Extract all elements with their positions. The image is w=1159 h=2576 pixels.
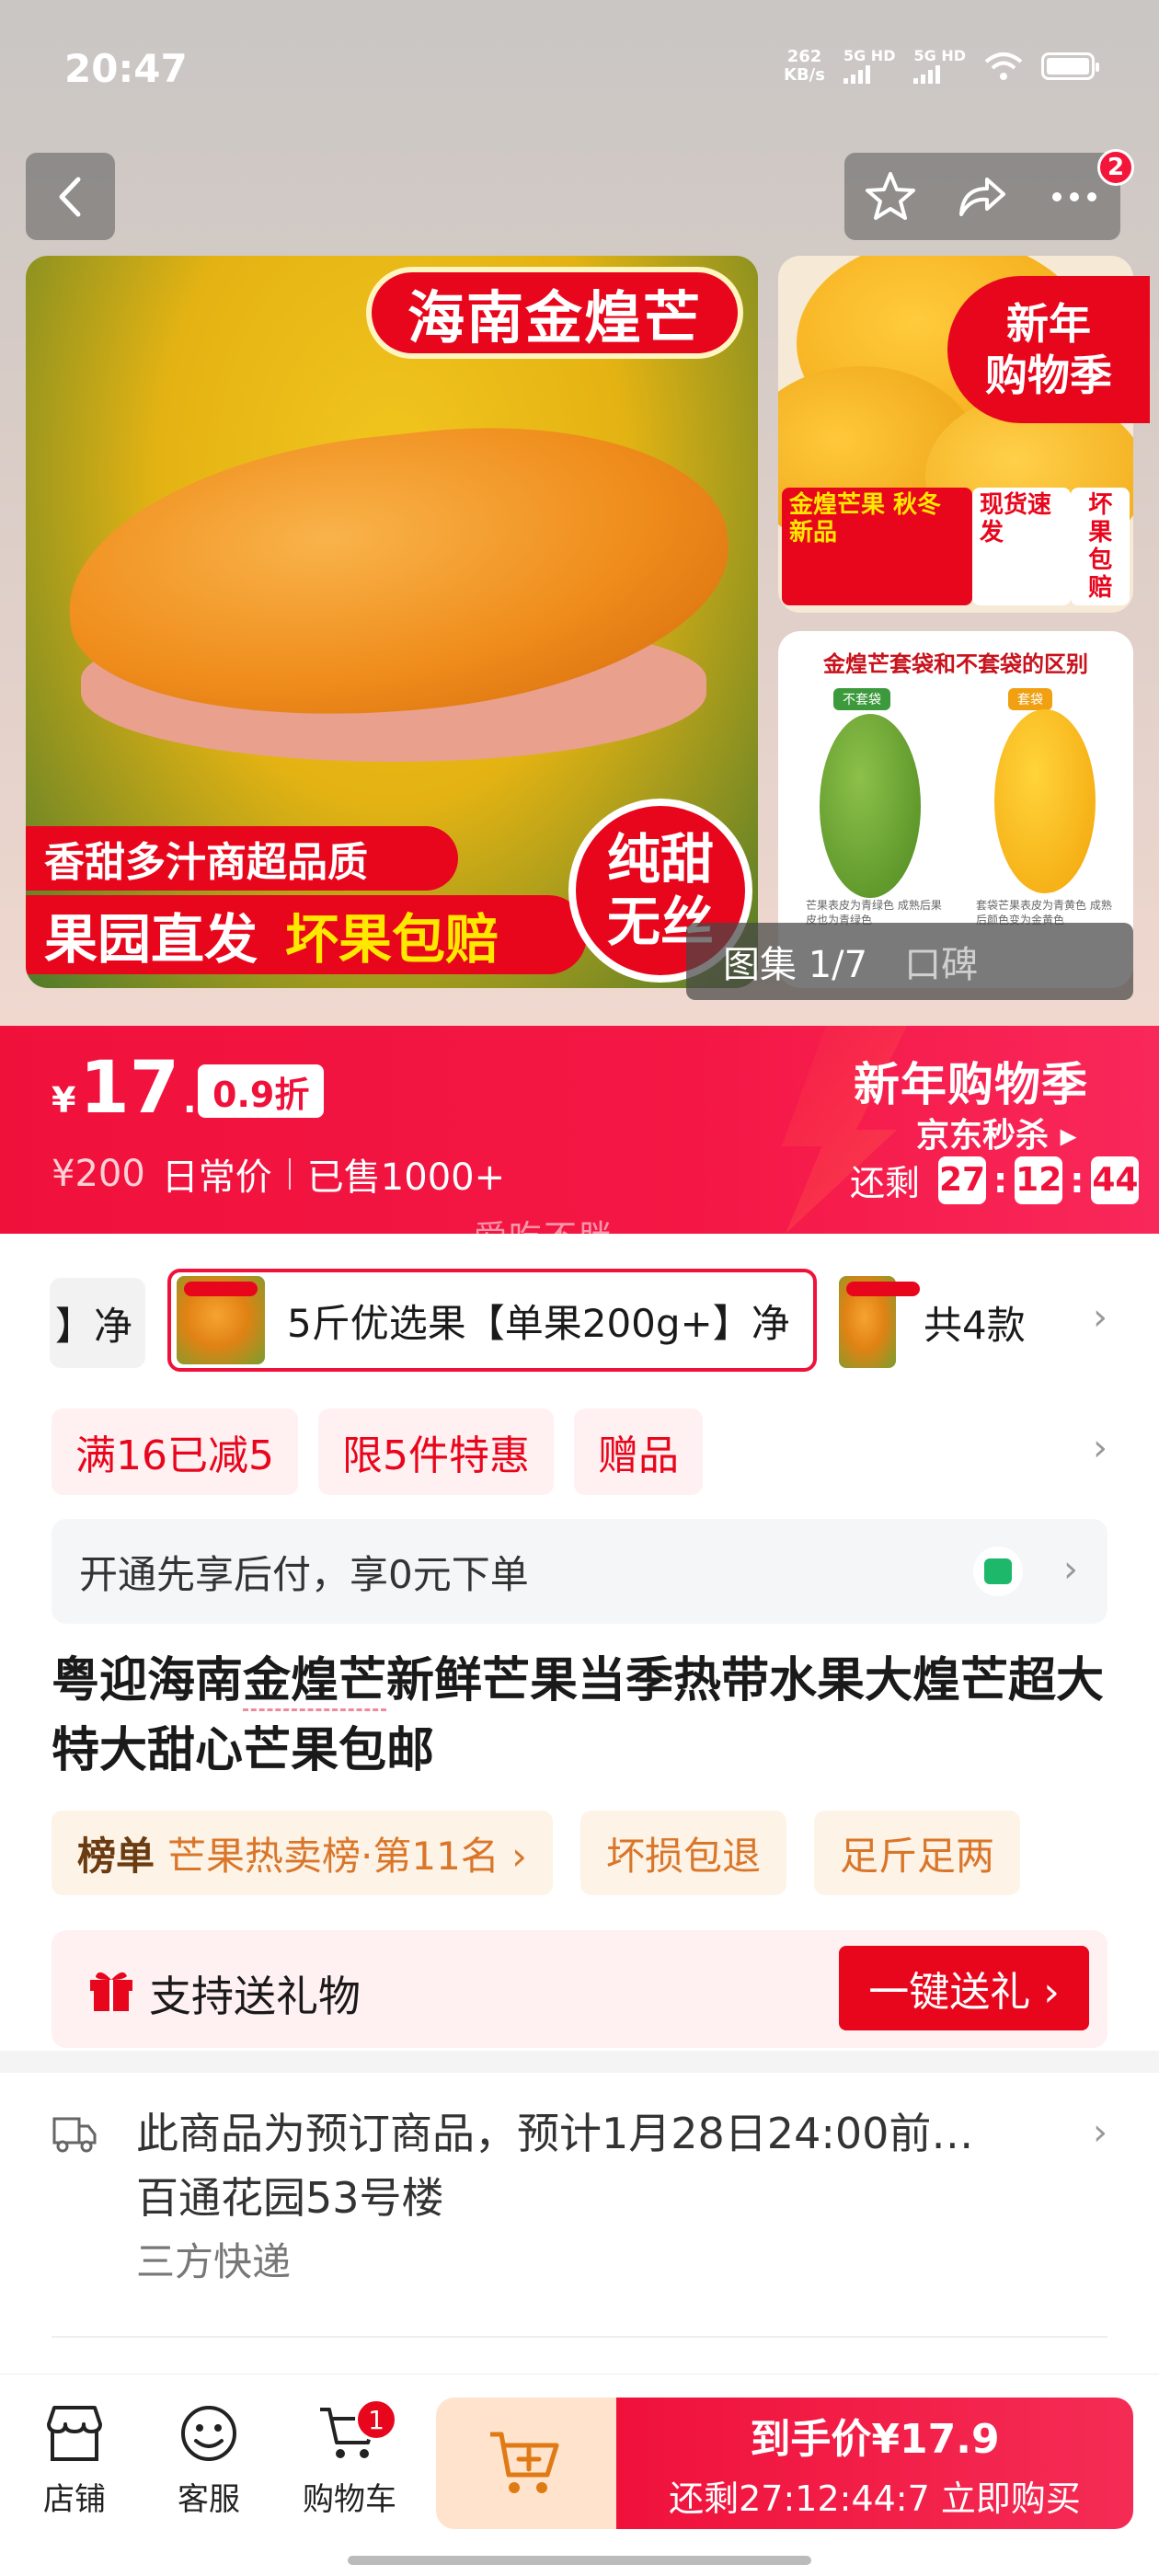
store-button[interactable]: 店铺 (24, 2402, 125, 2519)
promo-tags[interactable]: 满16已减5 限5件特惠 赠品 (52, 1409, 703, 1495)
pay-later-row[interactable]: 开通先享后付，享0元下单 › (52, 1519, 1107, 1624)
variant-thumbnail (177, 1276, 265, 1364)
price-banner: ¥ 17 .9 0.9折 ¥200 日常价 已售1000+ 新年购物季 京东秒杀… (0, 1026, 1159, 1234)
flash-sale-link[interactable]: 京东秒杀 ▸ (916, 1109, 1077, 1156)
discount-tag: 0.9折 (198, 1064, 325, 1118)
chevron-right-icon[interactable]: › (1093, 1296, 1107, 1339)
buy-now-button[interactable]: 到手价¥17.9 还剩27:12:44:7 立即购买 (616, 2398, 1133, 2529)
gift-row: 支持送礼物 一键送礼 › (52, 1930, 1107, 2048)
variant-thumbnail (839, 1276, 920, 1368)
gift-icon (90, 1972, 132, 2011)
compare-title: 金煌芒套袋和不套袋的区别 (823, 651, 1088, 677)
main-product-image[interactable]: 海南金煌芒 香甜多汁 商超品质 果园直发 坏果包赔 纯甜 无丝 (26, 256, 758, 988)
add-to-cart-button[interactable] (436, 2398, 616, 2529)
wifi-icon (984, 52, 1023, 80)
chevron-left-icon (59, 177, 80, 216)
promo-tag[interactable]: 满16已减5 (52, 1409, 298, 1495)
send-gift-button[interactable]: 一键送礼 › (839, 1946, 1089, 2030)
image-promo-line2: 果园直发 坏果包赔 (26, 895, 587, 974)
shipping-info: 此商品为预订商品，预计1月28日24:00前… (136, 2109, 974, 2158)
green-mango-shape (820, 714, 921, 898)
star-icon[interactable] (862, 168, 919, 225)
image-title-banner: 海南金煌芒 (366, 267, 743, 359)
current-price: ¥ 17 .9 (52, 1047, 221, 1130)
countdown-timer: 还剩 27 : 12 : 44 (850, 1155, 1140, 1205)
title-keyword-link[interactable]: 金煌芒 (243, 1653, 387, 1711)
more-icon[interactable] (1046, 168, 1103, 225)
shipping-carrier: 三方快递 (136, 2239, 292, 2284)
new-year-badge: 新年 购物季 (947, 276, 1150, 423)
store-icon (47, 2406, 102, 2461)
add-to-cart-icon (490, 2432, 559, 2493)
promo-tag[interactable]: 限5件特惠 (317, 1409, 554, 1495)
bottom-action-bar: 店铺 客服 购物车 1 到手价¥17.9 还剩27:12:44:7 立即购买 (0, 2374, 1159, 2576)
signal-icon: 5G HD (913, 49, 966, 84)
product-badges: 榜单 芒果热卖榜·第11名 › 坏损包退 足斤足两 (52, 1811, 1020, 1895)
gift-label: 支持送礼物 (149, 1972, 361, 2021)
battery-icon (1041, 52, 1099, 80)
status-bar: 20:47 262 KB/s 5G HD 5G HD (0, 0, 1159, 138)
image-promo-line1: 香甜多汁 商超品质 (26, 826, 458, 891)
service-badge[interactable]: 坏损包退 (580, 1811, 786, 1895)
product-info-card: 】净 5斤优选果【单果200g+】净 共4款 › 满16已减5 限5件特惠 赠品… (0, 1234, 1159, 2051)
variant-option-selected[interactable]: 5斤优选果【单果200g+】净 (167, 1269, 817, 1372)
shipping-address: 百通花园53号楼 (136, 2173, 444, 2223)
net-speed: 262 KB/s (784, 47, 825, 85)
home-indicator (348, 2556, 811, 2565)
gallery-counter[interactable]: 图集 1/7 口碑 (686, 923, 1133, 1000)
ranking-badge[interactable]: 榜单 芒果热卖榜·第11名 › (52, 1811, 553, 1895)
signal-icon: 5G HD (843, 49, 895, 84)
top-actions (844, 153, 1120, 240)
back-button[interactable] (26, 153, 115, 240)
service-badge[interactable]: 足斤足两 (813, 1811, 1020, 1895)
promo-tag[interactable]: 赠品 (573, 1409, 703, 1495)
yellow-mango-shape (994, 709, 1096, 893)
status-time: 20:47 (64, 46, 188, 91)
variant-option[interactable]: 】净 (50, 1278, 145, 1368)
variant-selector: 】净 5斤优选果【单果200g+】净 共4款 › (0, 1269, 1159, 1377)
customer-service-button[interactable]: 客服 (158, 2402, 259, 2519)
product-title: 粤迎海南金煌芒新鲜芒果当季热带水果大煌芒超大特大甜心芒果包邮 (52, 1653, 1105, 1778)
product-gallery[interactable]: 20:47 262 KB/s 5G HD 5G HD 2 海南金煌芒 香甜多汁 … (0, 0, 1159, 1026)
share-icon[interactable] (954, 168, 1011, 225)
notification-badge: 2 (1097, 149, 1134, 186)
truck-icon (52, 2117, 97, 2153)
chevron-right-icon: › (1093, 2111, 1107, 2154)
event-title: 新年购物季 (854, 1058, 1088, 1111)
chevron-right-icon: › (1063, 1548, 1078, 1591)
smiley-icon (181, 2406, 236, 2461)
status-icons: 262 KB/s 5G HD 5G HD (784, 47, 1099, 85)
variant-more[interactable]: 共4款 (839, 1276, 1026, 1368)
price-sub-info: ¥200 日常价 已售1000+ (52, 1153, 506, 1199)
side-image-tags: 金煌芒果 秋冬新品 现货速发 坏果包赔 (778, 488, 1133, 605)
cart-count-badge: 1 (355, 2398, 397, 2441)
divider (52, 2336, 1107, 2338)
shopping-bag-icon (973, 1547, 1023, 1596)
chevron-right-icon[interactable]: › (1093, 1427, 1107, 1469)
